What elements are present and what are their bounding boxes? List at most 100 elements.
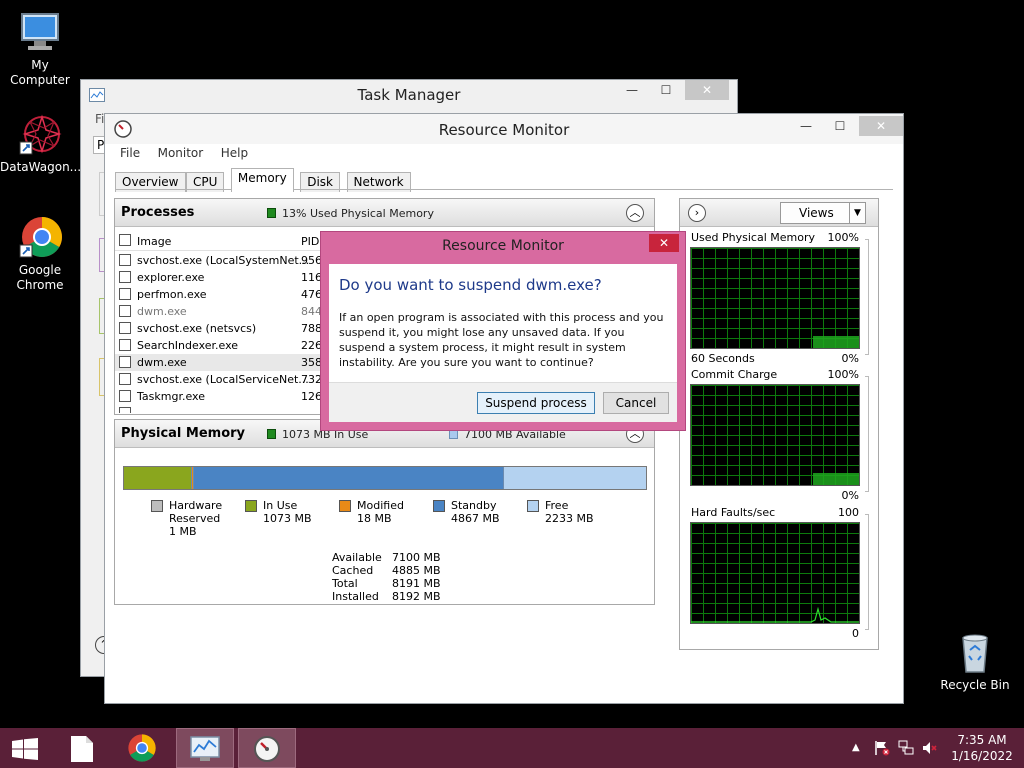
desktop-icon-my-computer[interactable]: My Computer bbox=[0, 10, 80, 88]
menu-help[interactable]: Help bbox=[221, 146, 248, 160]
taskbar-resource-monitor[interactable] bbox=[238, 728, 296, 768]
process-pid: 732 bbox=[301, 373, 322, 386]
in-use-indicator-icon bbox=[267, 429, 276, 439]
stat-label: Total bbox=[332, 577, 358, 590]
processes-title: Processes bbox=[121, 205, 195, 220]
system-clock[interactable]: 7:35 AM 1/16/2022 bbox=[948, 732, 1016, 764]
process-checkbox[interactable] bbox=[119, 356, 131, 368]
desktop-icon-recycle-bin[interactable]: Recycle Bin bbox=[935, 630, 1015, 693]
process-pid: 788 bbox=[301, 322, 322, 335]
process-checkbox[interactable] bbox=[119, 322, 131, 334]
hard-faults-trace bbox=[691, 606, 859, 623]
document-icon bbox=[71, 736, 93, 762]
minimize-button[interactable]: — bbox=[789, 116, 823, 136]
desktop-icon-datawagon[interactable]: DataWagon... bbox=[0, 112, 81, 175]
taskbar-task-manager[interactable] bbox=[176, 728, 234, 768]
process-image: svchost.exe (LocalServiceNet... bbox=[137, 373, 309, 386]
process-image: svchost.exe (LocalSystemNet... bbox=[137, 254, 310, 267]
desktop-icon-label: My Computer bbox=[10, 58, 70, 87]
computer-icon bbox=[18, 10, 62, 54]
process-checkbox[interactable] bbox=[119, 271, 131, 283]
stat-label: Available bbox=[332, 551, 382, 564]
views-dropdown[interactable]: Views ▼ bbox=[780, 202, 866, 224]
processes-header[interactable]: Processes 13% Used Physical Memory ︿ bbox=[115, 199, 654, 227]
maximize-button[interactable]: ☐ bbox=[649, 80, 683, 100]
desktop-icon-google-chrome[interactable]: Google Chrome bbox=[0, 215, 80, 293]
taskbar: ▲ 7:35 AM 1/16/2022 bbox=[0, 728, 1024, 768]
select-all-checkbox[interactable] bbox=[119, 234, 131, 246]
stat-value: 4885 MB bbox=[392, 564, 441, 577]
maximize-button[interactable]: ☐ bbox=[823, 116, 857, 136]
suspend-process-dialog[interactable]: Resource Monitor ✕ Do you want to suspen… bbox=[320, 231, 686, 431]
collapse-icon[interactable]: ︿ bbox=[626, 204, 644, 222]
start-button[interactable] bbox=[0, 728, 48, 768]
process-image: svchost.exe (netsvcs) bbox=[137, 322, 257, 335]
process-checkbox[interactable] bbox=[119, 254, 131, 266]
process-image: dwm.exe bbox=[137, 305, 187, 318]
legend-swatch bbox=[245, 500, 257, 512]
minimize-button[interactable]: — bbox=[615, 80, 649, 100]
expand-graphs-icon[interactable]: › bbox=[688, 204, 706, 222]
legend-name: Hardware Reserved bbox=[169, 499, 223, 525]
chevron-down-icon: ▼ bbox=[849, 203, 865, 223]
taskbar-file-explorer[interactable] bbox=[54, 728, 112, 768]
resource-monitor-titlebar[interactable]: Resource Monitor — ☐ ✕ bbox=[105, 114, 903, 144]
task-manager-icon bbox=[190, 736, 220, 761]
chrome-icon bbox=[128, 734, 156, 762]
legend-name: Standby bbox=[451, 499, 497, 512]
clock-time: 7:35 AM bbox=[957, 733, 1007, 747]
column-image[interactable]: Image bbox=[137, 235, 171, 248]
legend-swatch bbox=[433, 500, 445, 512]
close-button[interactable]: ✕ bbox=[685, 80, 729, 100]
action-center-flag-icon[interactable] bbox=[874, 740, 890, 759]
volume-muted-icon[interactable] bbox=[922, 740, 938, 759]
network-icon[interactable] bbox=[898, 740, 914, 759]
legend-value: 4867 MB bbox=[451, 512, 500, 525]
graphs-header: › Views ▼ bbox=[680, 199, 878, 227]
legend-name: Free bbox=[545, 499, 569, 512]
process-image: dwm.exe bbox=[137, 356, 187, 369]
process-checkbox[interactable] bbox=[119, 390, 131, 402]
process-image: explorer.exe bbox=[137, 271, 205, 284]
process-checkbox[interactable] bbox=[119, 407, 131, 413]
legend-name: Modified bbox=[357, 499, 404, 512]
dialog-close-button[interactable]: ✕ bbox=[649, 234, 679, 252]
column-pid[interactable]: PID bbox=[301, 235, 319, 248]
process-checkbox[interactable] bbox=[119, 288, 131, 300]
menu-file[interactable]: File bbox=[120, 146, 140, 160]
process-image: perfmon.exe bbox=[137, 288, 207, 301]
resource-monitor-icon bbox=[254, 736, 280, 762]
dialog-title: Resource Monitor bbox=[442, 238, 564, 254]
tab-memory[interactable]: Memory bbox=[230, 168, 294, 192]
graph-canvas bbox=[690, 522, 860, 624]
cancel-button[interactable]: Cancel bbox=[603, 392, 669, 414]
physical-memory-title: Physical Memory bbox=[121, 426, 246, 441]
task-manager-titlebar[interactable]: Task Manager — ☐ ✕ bbox=[81, 80, 737, 110]
memory-indicator-icon bbox=[267, 208, 276, 218]
process-checkbox[interactable] bbox=[119, 305, 131, 317]
legend-value: 1 MB bbox=[169, 525, 197, 538]
tab-strip: Overview CPU Memory Disk Network bbox=[115, 168, 411, 192]
dialog-heading: Do you want to suspend dwm.exe? bbox=[339, 276, 602, 294]
menu-bar: File Monitor Help bbox=[120, 146, 262, 166]
close-button[interactable]: ✕ bbox=[859, 116, 903, 136]
graph-usage-fill bbox=[813, 473, 859, 485]
legend-value: 1073 MB bbox=[263, 512, 312, 525]
graph-title: Hard Faults/sec bbox=[691, 506, 776, 519]
stat-value: 8192 MB bbox=[392, 590, 441, 603]
suspend-process-button[interactable]: Suspend process bbox=[477, 392, 595, 414]
recycle-bin-icon bbox=[953, 630, 997, 674]
show-hidden-icons-icon[interactable]: ▲ bbox=[852, 742, 860, 753]
legend-swatch bbox=[339, 500, 351, 512]
graph-min: 0% bbox=[841, 352, 859, 365]
graph-usage-fill bbox=[813, 336, 859, 348]
graph-title: Used Physical Memory bbox=[691, 231, 816, 244]
legend-name: In Use bbox=[263, 499, 298, 512]
menu-monitor[interactable]: Monitor bbox=[158, 146, 204, 160]
task-manager-menu-file[interactable]: Fi bbox=[95, 112, 104, 126]
chrome-icon bbox=[18, 215, 62, 259]
legend-swatch bbox=[151, 500, 163, 512]
taskbar-chrome[interactable] bbox=[114, 728, 172, 768]
process-checkbox[interactable] bbox=[119, 339, 131, 351]
process-checkbox[interactable] bbox=[119, 373, 131, 385]
